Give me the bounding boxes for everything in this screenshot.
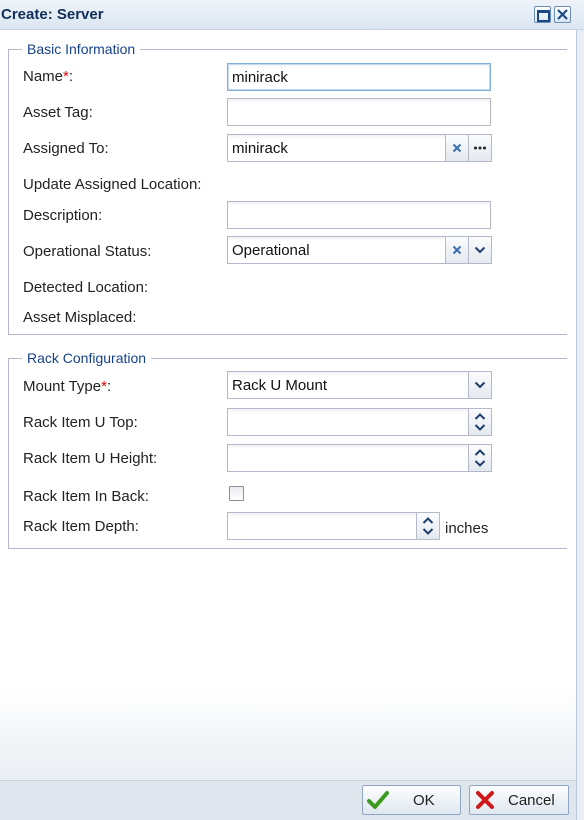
- mount-type-dropdown-button[interactable]: [469, 371, 492, 399]
- description-label: Description:: [23, 207, 103, 224]
- cancel-button[interactable]: Cancel: [469, 785, 569, 815]
- chevron-down-icon: [474, 246, 486, 254]
- rack-item-depth-spinner[interactable]: [417, 512, 440, 540]
- operational-status-clear-button[interactable]: [446, 236, 469, 264]
- rack-item-u-top-label: Rack Item U Top:: [23, 414, 138, 431]
- depth-unit-label: inches: [445, 520, 489, 537]
- name-label: Name*:: [23, 68, 73, 85]
- rack-item-in-back-checkbox[interactable]: [229, 486, 244, 501]
- operational-status-select[interactable]: Operational: [227, 236, 446, 264]
- mount-type-label-colon: :: [106, 378, 112, 395]
- name-input[interactable]: minirack: [227, 63, 491, 91]
- name-label-text: Name: [23, 68, 64, 85]
- rack-item-u-height-input[interactable]: [227, 444, 469, 472]
- ellipsis-icon: [474, 146, 486, 150]
- assigned-to-label: Assigned To:: [23, 140, 109, 157]
- ok-button[interactable]: OK: [362, 785, 461, 815]
- basic-information-legend: Basic Information: [22, 41, 141, 57]
- cancel-button-label: Cancel: [508, 792, 555, 809]
- window-resize-edge[interactable]: [576, 30, 584, 820]
- cancel-x-icon: [476, 791, 494, 809]
- mount-type-label: Mount Type*:: [23, 378, 111, 395]
- description-input[interactable]: [227, 201, 491, 229]
- title-bar[interactable]: Create: Server: [0, 0, 584, 30]
- ok-button-label: OK: [413, 792, 435, 809]
- assigned-to-input[interactable]: minirack: [227, 134, 446, 162]
- spinner-arrows-icon: [474, 449, 486, 467]
- spinner-arrows-icon: [422, 517, 434, 535]
- chevron-down-icon: [474, 381, 486, 389]
- checkmark-icon: [367, 791, 389, 809]
- update-assigned-location-label: Update Assigned Location:: [23, 176, 202, 193]
- asset-tag-label: Asset Tag:: [23, 104, 93, 121]
- rack-item-u-top-input[interactable]: [227, 408, 469, 436]
- rack-item-in-back-label: Rack Item In Back:: [23, 488, 149, 505]
- rack-item-u-height-spinner[interactable]: [469, 444, 492, 472]
- dialog-footer: OK Cancel: [0, 780, 576, 820]
- rack-item-depth-input[interactable]: [227, 512, 417, 540]
- asset-tag-input[interactable]: [227, 98, 491, 126]
- rack-configuration-legend: Rack Configuration: [22, 350, 152, 366]
- maximize-icon[interactable]: [534, 6, 551, 23]
- name-label-colon: :: [68, 68, 74, 85]
- dialog-body-shade: [0, 690, 576, 780]
- mount-type-select[interactable]: Rack U Mount: [227, 371, 469, 399]
- close-icon[interactable]: [554, 6, 571, 23]
- rack-configuration-group: Rack Configuration Mount Type*: Rack U M…: [8, 350, 567, 549]
- detected-location-label: Detected Location:: [23, 279, 149, 296]
- spinner-arrows-icon: [474, 413, 486, 431]
- dialog-title: Create: Server: [1, 6, 104, 23]
- basic-information-group: Basic Information Name*: minirack Asset …: [8, 41, 567, 335]
- assigned-to-browse-button[interactable]: [469, 134, 492, 162]
- operational-status-label: Operational Status:: [23, 243, 152, 260]
- rack-item-u-height-label: Rack Item U Height:: [23, 450, 158, 467]
- assigned-to-clear-button[interactable]: [446, 134, 469, 162]
- clear-x-icon: [452, 245, 462, 255]
- clear-x-icon: [452, 143, 462, 153]
- asset-misplaced-label: Asset Misplaced:: [23, 309, 137, 326]
- operational-status-dropdown-button[interactable]: [469, 236, 492, 264]
- mount-type-label-text: Mount Type: [23, 378, 102, 395]
- rack-item-u-top-spinner[interactable]: [469, 408, 492, 436]
- create-server-dialog: Create: Server Basic Information Name*: …: [0, 0, 584, 820]
- rack-item-depth-label: Rack Item Depth:: [23, 518, 139, 535]
